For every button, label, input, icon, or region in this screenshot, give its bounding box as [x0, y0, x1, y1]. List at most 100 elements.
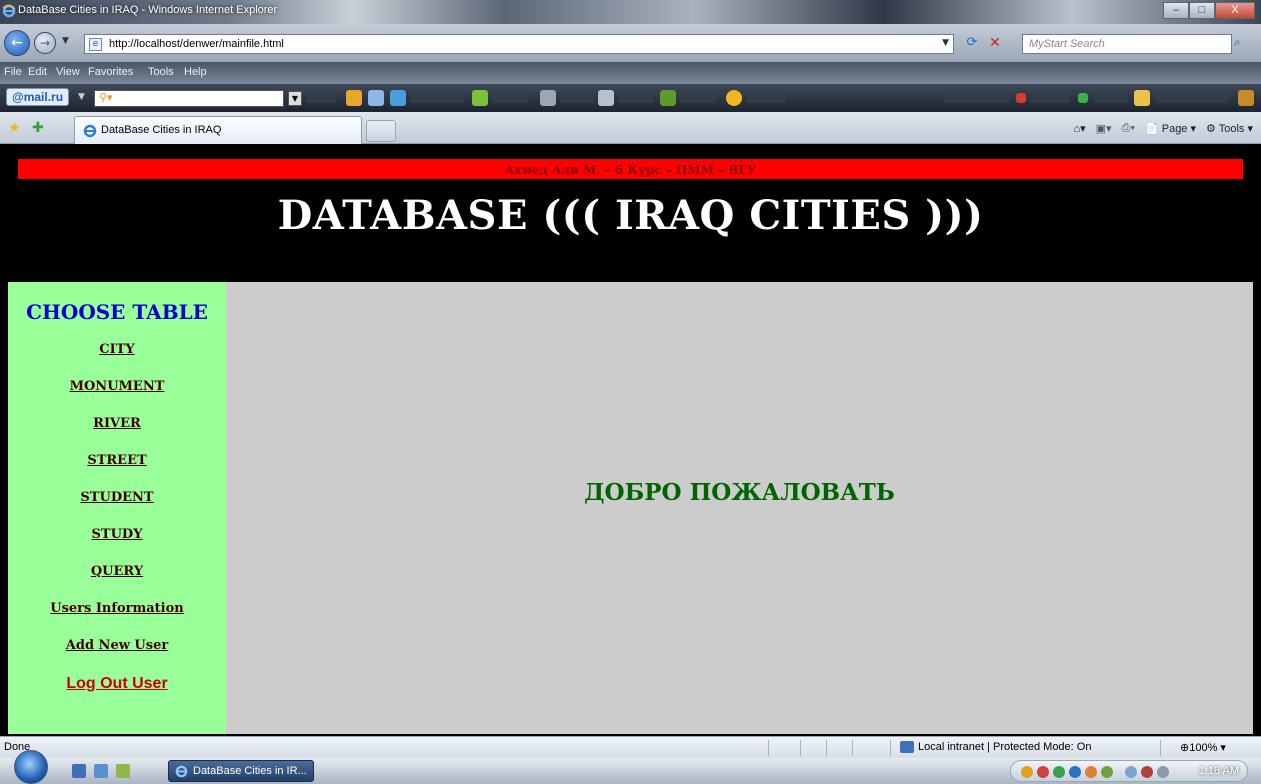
- sidebar-link-study[interactable]: STUDY: [8, 516, 226, 553]
- mailru-search-go-button[interactable]: ▼: [288, 91, 302, 106]
- add-favorites-icon[interactable]: ✚: [32, 120, 44, 136]
- toolbar-item[interactable]: [746, 93, 786, 103]
- refresh-icon[interactable]: ⟳: [962, 35, 982, 53]
- taskbar-ie-button[interactable]: DataBase Cities in IR...: [168, 760, 314, 782]
- command-bar: ⌂▾ ▣▾ ⎙▾ 📄 Page ▾ ⚙ Tools ▾: [1073, 122, 1253, 135]
- page-menu-button[interactable]: 📄 Page ▾: [1145, 122, 1196, 135]
- search-icon[interactable]: ⌕: [1234, 35, 1241, 50]
- tray-icon[interactable]: [1141, 766, 1153, 778]
- toolbar-item[interactable]: [492, 93, 528, 103]
- show-desktop-icon[interactable]: [72, 764, 86, 778]
- minimize-button[interactable]: –: [1163, 2, 1189, 19]
- toolbar-item[interactable]: [1156, 93, 1228, 103]
- toolbar-item[interactable]: [560, 93, 594, 103]
- menu-file[interactable]: File: [4, 66, 22, 78]
- menu-help[interactable]: Help: [184, 66, 207, 78]
- search-icon: ⚲▾: [99, 91, 113, 104]
- toolbar-item[interactable]: [410, 93, 464, 103]
- window-title: DataBase Cities in IRAQ - Windows Intern…: [18, 4, 278, 16]
- weather-icon[interactable]: [1134, 90, 1150, 106]
- photo-icon[interactable]: [598, 90, 614, 106]
- toolbar-icon[interactable]: [472, 90, 488, 106]
- arrow-up-icon: [1078, 93, 1088, 103]
- new-tab-button[interactable]: [366, 120, 396, 142]
- sidebar-link-users-information[interactable]: Users Information: [8, 590, 226, 627]
- answers-icon[interactable]: [660, 90, 676, 106]
- logout-link[interactable]: Log Out User: [8, 664, 226, 704]
- page-menu-label: Page: [1161, 123, 1188, 135]
- people-icon[interactable]: [390, 90, 406, 106]
- tray-icon[interactable]: [1101, 766, 1113, 778]
- ie-logo-icon: [2, 4, 16, 18]
- sidebar-link-monument[interactable]: MONUMENT: [8, 368, 226, 405]
- toolbar-more-icon[interactable]: [1238, 90, 1254, 106]
- back-button[interactable]: ←: [4, 30, 30, 56]
- window-controls: – □ X: [1163, 2, 1255, 19]
- feeds-icon[interactable]: ▣▾: [1096, 122, 1112, 135]
- status-divider: [1160, 740, 1161, 756]
- games-icon[interactable]: [726, 90, 742, 106]
- tray-icon[interactable]: [1053, 766, 1065, 778]
- print-icon[interactable]: ⎙▾: [1122, 122, 1135, 135]
- tools-menu-button[interactable]: ⚙ Tools ▾: [1206, 122, 1253, 135]
- address-bar[interactable]: e http://localhost/denwer/mainfile.html …: [84, 34, 954, 54]
- search-input[interactable]: MyStart Search: [1022, 34, 1232, 54]
- sidebar-link-add-new-user[interactable]: Add New User: [8, 627, 226, 664]
- menu-favorites[interactable]: Favorites: [88, 66, 133, 78]
- toolbar-item[interactable]: [680, 93, 716, 103]
- mailru-search-input[interactable]: ⚲▾: [94, 90, 284, 107]
- main-content: ДОБРО ПОЖАЛОВАТЬ: [226, 282, 1253, 734]
- toolbar-item[interactable]: [1094, 93, 1128, 103]
- toolbar-item[interactable]: [306, 93, 336, 103]
- tab-active[interactable]: DataBase Cities in IRAQ: [74, 116, 362, 144]
- pencil-icon[interactable]: [346, 90, 362, 106]
- switch-windows-icon[interactable]: [94, 764, 108, 778]
- sidebar-link-query[interactable]: QUERY: [8, 553, 226, 590]
- mailru-logo-button[interactable]: @mail.ru: [6, 88, 70, 106]
- forward-button[interactable]: →: [34, 32, 56, 54]
- page-title: DATABASE ((( IRAQ CITIES ))): [277, 192, 984, 239]
- taskbar: DataBase Cities in IR... 1:18 AM: [0, 750, 1261, 784]
- tray-icon[interactable]: [1069, 766, 1081, 778]
- clock[interactable]: 1:18 AM: [1199, 765, 1239, 777]
- menu-view[interactable]: View: [56, 66, 80, 78]
- home-icon[interactable]: ⌂▾: [1073, 122, 1085, 135]
- status-divider: [768, 740, 769, 756]
- magnifier-icon[interactable]: [368, 90, 384, 106]
- security-zone[interactable]: Local intranet | Protected Mode: On: [918, 741, 1091, 753]
- mailru-dropdown-icon[interactable]: ▼: [78, 92, 85, 102]
- sidebar-link-river[interactable]: RIVER: [8, 405, 226, 442]
- search-placeholder: MyStart Search: [1029, 38, 1105, 50]
- volume-icon[interactable]: [1157, 766, 1169, 778]
- history-dropdown-icon[interactable]: ▼: [62, 36, 69, 46]
- menu-tools[interactable]: Tools: [148, 66, 174, 78]
- toolbar-item[interactable]: [1030, 93, 1070, 103]
- sidebar-link-city[interactable]: CITY: [8, 331, 226, 368]
- menu-edit[interactable]: Edit: [28, 66, 47, 78]
- sidebar-link-street[interactable]: STREET: [8, 442, 226, 479]
- sidebar-heading: CHOOSE TABLE: [26, 300, 208, 324]
- address-dropdown-icon[interactable]: ▼: [942, 38, 949, 48]
- tray-icon[interactable]: [1021, 766, 1033, 778]
- quicklaunch-icon[interactable]: [116, 764, 130, 778]
- toolbar-item[interactable]: [944, 93, 1010, 103]
- zoom-value: 100%: [1189, 742, 1218, 754]
- intranet-icon: [900, 741, 914, 753]
- toolbar-item[interactable]: [618, 93, 654, 103]
- system-tray: 1:18 AM: [1010, 760, 1248, 782]
- mailru-toolbar: @mail.ru ▼ ⚲▾ ▼: [0, 84, 1261, 112]
- maximize-button[interactable]: □: [1189, 2, 1215, 19]
- arrow-down-icon: [1016, 93, 1026, 103]
- address-url[interactable]: http://localhost/denwer/mainfile.html: [109, 38, 284, 50]
- stop-icon[interactable]: ✕: [986, 35, 1004, 53]
- network-icon[interactable]: [1125, 766, 1137, 778]
- favorites-star-icon[interactable]: ★: [8, 120, 21, 136]
- tray-icon[interactable]: [1085, 766, 1097, 778]
- close-button[interactable]: X: [1215, 2, 1255, 19]
- camera-icon[interactable]: [540, 90, 556, 106]
- sidebar-link-student[interactable]: STUDENT: [8, 479, 226, 516]
- start-button[interactable]: [14, 750, 48, 784]
- ie-tab-icon: [83, 124, 97, 138]
- tray-icon[interactable]: [1037, 766, 1049, 778]
- zoom-level[interactable]: ⊕100% ▾: [1180, 741, 1226, 754]
